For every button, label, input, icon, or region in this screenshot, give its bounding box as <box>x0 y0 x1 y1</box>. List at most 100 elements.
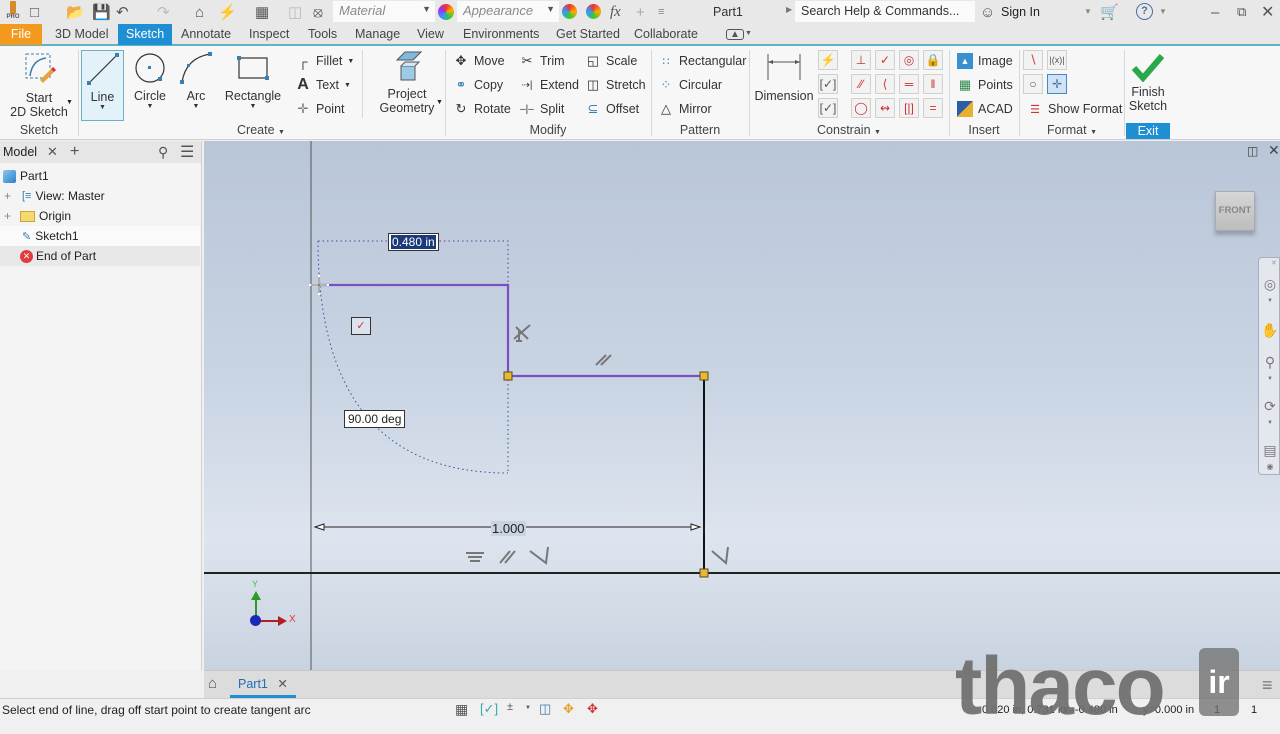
tab-3d-model[interactable]: 3D Model <box>47 24 117 45</box>
pan-button[interactable]: ✋ <box>1261 322 1279 342</box>
tab-inspect[interactable]: Inspect <box>241 24 297 45</box>
fillet-button[interactable]: ┌ Fillet ▼ <box>295 53 354 69</box>
vertical-constraint-button[interactable]: ‖ <box>923 74 943 94</box>
chevron-down-icon[interactable]: ▼ <box>1261 420 1279 440</box>
cart-icon[interactable]: 🛒 <box>1100 1 1119 23</box>
plus-icon[interactable]: + <box>636 1 645 23</box>
home-icon[interactable]: ⌂ <box>195 1 204 23</box>
tab-view[interactable]: View <box>409 24 452 45</box>
extend-button[interactable]: ⇢| Extend <box>519 77 579 93</box>
grid-snap-icon[interactable]: ▦ <box>455 701 468 718</box>
restore-icon[interactable]: ⧉ <box>1237 1 1246 23</box>
finish-sketch-button[interactable]: Finish Sketch <box>1126 52 1170 113</box>
auto-dimension-button[interactable]: ⚡ <box>818 50 838 70</box>
chevron-down-icon[interactable]: ▼ <box>745 30 752 37</box>
chevron-down-icon[interactable]: ▼ <box>525 705 531 711</box>
sign-in-link[interactable]: Sign In <box>1001 5 1040 19</box>
dimension-display-icon[interactable]: ± <box>507 701 513 713</box>
search-help-input[interactable]: Search Help & Commands... <box>795 1 975 22</box>
symmetric-constraint-button[interactable]: [|] <box>899 98 919 118</box>
expand-icon[interactable]: + <box>4 189 16 203</box>
expand-icon[interactable]: + <box>4 209 16 223</box>
move-button[interactable]: ✥ Move <box>453 53 505 69</box>
graphics-canvas[interactable]: ✓ 0.480 in 90.00 deg 1.000 Y X FRONT ◫ ✕… <box>204 141 1280 670</box>
select-icon[interactable]: ▦ <box>255 1 269 23</box>
zoom-window-button[interactable]: ⚲ <box>1261 354 1279 374</box>
show-format-button[interactable]: ☰ Show Format <box>1027 101 1122 117</box>
scale-button[interactable]: ◱ Scale <box>585 53 637 69</box>
chevron-down-icon[interactable]: ▼ <box>1084 7 1092 16</box>
split-view-icon[interactable]: ◫ <box>1247 144 1258 158</box>
circle-button[interactable]: Circle ▼ <box>130 50 170 110</box>
circular-pattern-button[interactable]: ⁘ Circular <box>658 77 723 93</box>
tab-annotate[interactable]: Annotate <box>173 24 239 45</box>
menu-icon[interactable]: ≡ <box>1262 675 1273 696</box>
perpendicular-constraint-button[interactable]: ⊥ <box>851 50 871 70</box>
chevron-down-icon[interactable]: ▼ <box>1261 376 1279 396</box>
close-icon[interactable]: ✕ <box>1271 259 1277 267</box>
smooth-constraint-button[interactable]: ↭ <box>875 98 895 118</box>
steering-wheel-button[interactable]: ◎ <box>1261 276 1279 296</box>
close-icon[interactable]: ✕ <box>1261 1 1274 23</box>
tab-sketch[interactable]: Sketch <box>118 24 173 45</box>
ribbon-display-toggle-icon[interactable]: ▲ <box>726 29 744 40</box>
fix-constraint-button[interactable]: 🔒 <box>923 50 943 70</box>
point-button[interactable]: ✛ Point <box>295 101 345 117</box>
clear-appearance-icon[interactable] <box>586 4 601 19</box>
app-logo[interactable]: PRO <box>4 1 22 23</box>
horizontal-constraint-button[interactable]: ═ <box>899 74 919 94</box>
tab-tools[interactable]: Tools <box>300 24 345 45</box>
menu-icon[interactable]: ☰ <box>180 142 194 162</box>
help-icon[interactable]: ? <box>1136 3 1153 20</box>
tree-item-origin[interactable]: + Origin <box>0 206 200 226</box>
equal-constraint-button[interactable]: = <box>923 98 943 118</box>
rectangular-pattern-button[interactable]: ∷ Rectangular <box>658 53 747 69</box>
tree-item-part1[interactable]: Part1 <box>0 166 200 186</box>
chevron-down-icon[interactable]: ▼ <box>436 99 443 106</box>
create-group-label[interactable]: Create ▼ <box>78 123 444 137</box>
material-icon[interactable]: ⦻ <box>313 1 323 23</box>
measure-icon[interactable]: ◫ <box>288 1 302 23</box>
length-input[interactable]: 0.480 in <box>388 233 439 251</box>
copy-button[interactable]: ⚭ Copy <box>453 77 504 93</box>
concentric-constraint-button[interactable]: ◎ <box>899 50 919 70</box>
sketch-dof-icon[interactable]: ◫ <box>539 701 551 717</box>
trim-button[interactable]: ✂ Trim <box>519 53 565 69</box>
fx-icon[interactable]: fx <box>610 1 621 23</box>
start-2d-sketch-button[interactable]: Start 2D Sketch <box>8 50 70 119</box>
insert-image-button[interactable]: ▲ Image <box>957 53 1013 69</box>
dimension-button[interactable]: Dimension <box>754 52 814 103</box>
update-icon[interactable]: ⚡ <box>218 1 237 23</box>
undo-icon[interactable]: ↶ <box>116 1 129 23</box>
rectangle-button[interactable]: Rectangle ▼ <box>224 50 282 110</box>
dimension-value[interactable]: 1.000 <box>491 521 526 536</box>
angle-input[interactable]: 90.00 deg <box>344 410 406 428</box>
centerline-button[interactable]: ✛ <box>1047 74 1067 94</box>
new-icon[interactable]: □ <box>30 1 39 23</box>
user-icon[interactable]: ☺ <box>980 1 995 23</box>
stretch-button[interactable]: ◫ Stretch <box>585 77 646 93</box>
tab-manage[interactable]: Manage <box>347 24 408 45</box>
plus-icon[interactable]: + <box>70 143 79 161</box>
open-icon[interactable]: 📂 <box>66 1 85 23</box>
parallel-constraint-button[interactable]: ∕∕ <box>851 74 871 94</box>
home-icon[interactable]: ⌂ <box>208 675 217 692</box>
coincident-constraint-button[interactable]: ✓ <box>875 50 895 70</box>
redo-icon[interactable]: ↷ <box>157 1 170 23</box>
show-constraints-button[interactable]: [✓] <box>818 74 838 94</box>
tab-get-started[interactable]: Get Started <box>548 24 628 45</box>
close-icon[interactable]: ✕ <box>1268 142 1280 159</box>
minimize-icon[interactable]: – <box>1211 1 1219 23</box>
insert-points-button[interactable]: ▦ Points <box>957 77 1013 93</box>
adjust-appearance-icon[interactable] <box>562 4 577 19</box>
chevron-down-icon[interactable]: ▼ <box>1159 7 1167 16</box>
tab-collaborate[interactable]: Collaborate <box>626 24 706 45</box>
customize-icon[interactable]: ≡ <box>658 1 664 23</box>
driven-dimension-button[interactable]: |(x)| <box>1047 50 1067 70</box>
tab-environments[interactable]: Environments <box>455 24 547 45</box>
constraint-settings-button[interactable]: [✓] <box>818 98 838 118</box>
tree-item-end-of-part[interactable]: ✕ End of Part <box>0 246 200 266</box>
mirror-button[interactable]: △ Mirror <box>658 101 712 117</box>
browser-tab-model[interactable]: Model <box>3 145 37 159</box>
material-dropdown[interactable]: Material ▼ <box>333 1 435 22</box>
